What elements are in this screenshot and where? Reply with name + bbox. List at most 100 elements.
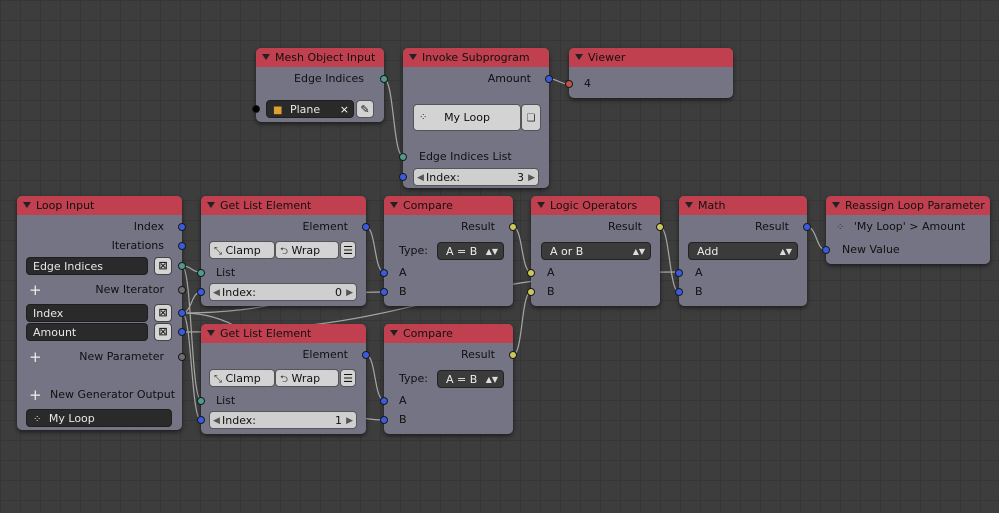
- socket-edge-indices-list-input[interactable]: [399, 153, 407, 161]
- socket-result-output[interactable]: [509, 351, 517, 359]
- collapse-triangle-icon[interactable]: [409, 54, 417, 60]
- increment-arrow-icon[interactable]: ▶: [528, 169, 535, 185]
- node-header[interactable]: Math: [679, 196, 807, 215]
- decrement-arrow-icon[interactable]: ◀: [417, 169, 424, 185]
- index-field[interactable]: ◀ Index: 3 ▶: [413, 168, 539, 186]
- remove-iterator-button[interactable]: ⊠: [154, 257, 172, 275]
- operation-dropdown[interactable]: A or B ▲▼: [541, 242, 651, 260]
- socket-iterator-output[interactable]: [178, 262, 186, 270]
- eyedropper-button[interactable]: ✎: [356, 100, 374, 118]
- socket-index-output[interactable]: [178, 223, 186, 231]
- collapse-triangle-icon[interactable]: [575, 54, 583, 60]
- socket-list-input[interactable]: [197, 269, 205, 277]
- socket-new-value-input[interactable]: [822, 246, 830, 254]
- node-header[interactable]: Viewer: [569, 48, 733, 67]
- collapse-triangle-icon[interactable]: [262, 54, 270, 60]
- socket-index-input[interactable]: [197, 416, 205, 424]
- node-header[interactable]: Get List Element: [201, 196, 366, 215]
- list-settings-button[interactable]: ☰: [340, 241, 356, 259]
- clamp-toggle[interactable]: ⤡ Clamp: [209, 241, 275, 259]
- socket-parameter-index[interactable]: [178, 309, 186, 317]
- node-header[interactable]: Compare: [384, 196, 513, 215]
- socket-index-input[interactable]: [197, 288, 205, 296]
- node-math[interactable]: Math Result Add ▲▼ A B: [675, 196, 811, 306]
- new-subprogram-button[interactable]: ❏: [521, 104, 541, 131]
- node-reassign-loop-parameter[interactable]: Reassign Loop Parameter ⁘ 'My Loop' > Am…: [822, 196, 990, 264]
- socket-a-input[interactable]: [380, 269, 388, 277]
- node-header[interactable]: Mesh Object Input: [256, 48, 384, 67]
- collapse-triangle-icon[interactable]: [390, 330, 398, 336]
- socket-object-input[interactable]: [252, 105, 260, 113]
- node-mesh-object-input[interactable]: Mesh Object Input Edge Indices ■ Plane ×…: [252, 48, 388, 122]
- socket-viewer-input[interactable]: [565, 80, 573, 88]
- wrap-toggle[interactable]: ⮌ Wrap: [275, 369, 339, 387]
- parameter-index-field[interactable]: Index: [26, 304, 148, 322]
- collapse-triangle-icon[interactable]: [685, 202, 693, 208]
- index-field[interactable]: ◀ Index: 0 ▶: [209, 283, 357, 301]
- new-iterator-label[interactable]: New Iterator: [95, 280, 164, 300]
- type-dropdown[interactable]: A = B ▲▼: [437, 242, 504, 260]
- socket-b-input[interactable]: [380, 416, 388, 424]
- wrap-toggle[interactable]: ⮌ Wrap: [275, 241, 339, 259]
- socket-edge-indices-output[interactable]: [380, 75, 388, 83]
- socket-a-input[interactable]: [380, 397, 388, 405]
- node-header[interactable]: Compare: [384, 324, 513, 343]
- collapse-triangle-icon[interactable]: [207, 202, 215, 208]
- socket-element-output[interactable]: [362, 223, 370, 231]
- node-compare-1[interactable]: Compare Result Type: A = B ▲▼ A B: [380, 196, 517, 306]
- collapse-triangle-icon[interactable]: [537, 202, 545, 208]
- node-get-list-element-2[interactable]: Get List Element Element ⤡ Clamp ⮌ Wrap …: [197, 324, 370, 434]
- socket-b-input[interactable]: [527, 288, 535, 296]
- node-logic-operators[interactable]: Logic Operators Result A or B ▲▼ A B: [527, 196, 664, 306]
- collapse-triangle-icon[interactable]: [832, 202, 840, 208]
- clamp-toggle[interactable]: ⤡ Clamp: [209, 369, 275, 387]
- remove-parameter-index-button[interactable]: ⊠: [154, 304, 172, 322]
- node-loop-input[interactable]: Loop Input Index Iterations Edge Indices…: [17, 196, 186, 430]
- new-generator-output-label[interactable]: New Generator Output: [50, 385, 175, 405]
- type-dropdown[interactable]: A = B ▲▼: [437, 370, 504, 388]
- node-header[interactable]: Reassign Loop Parameter: [826, 196, 990, 215]
- loop-name-field[interactable]: ⁘ My Loop: [26, 409, 172, 427]
- socket-list-input[interactable]: [197, 397, 205, 405]
- new-parameter-label[interactable]: New Parameter: [79, 347, 164, 367]
- iterator-field[interactable]: Edge Indices: [26, 257, 148, 275]
- socket-iterations-output[interactable]: [178, 242, 186, 250]
- decrement-arrow-icon[interactable]: ◀: [213, 412, 220, 428]
- socket-b-input[interactable]: [675, 288, 683, 296]
- socket-result-output[interactable]: [803, 223, 811, 231]
- add-parameter-icon[interactable]: +: [29, 350, 42, 365]
- socket-parameter-amount[interactable]: [178, 328, 186, 336]
- object-field[interactable]: ■ Plane ×: [266, 100, 354, 118]
- collapse-triangle-icon[interactable]: [23, 202, 31, 208]
- node-viewer[interactable]: Viewer 4: [565, 48, 733, 98]
- operation-dropdown[interactable]: Add ▲▼: [688, 242, 798, 260]
- node-invoke-subprogram[interactable]: Invoke Subprogram Amount ⁘ My Loop ❏ Edg…: [399, 48, 553, 188]
- node-header[interactable]: Invoke Subprogram: [403, 48, 549, 67]
- node-header[interactable]: Get List Element: [201, 324, 366, 343]
- socket-b-input[interactable]: [380, 288, 388, 296]
- socket-result-output[interactable]: [656, 223, 664, 231]
- socket-a-input[interactable]: [675, 269, 683, 277]
- clear-icon[interactable]: ×: [340, 101, 349, 117]
- increment-arrow-icon[interactable]: ▶: [346, 284, 353, 300]
- node-compare-2[interactable]: Compare Result Type: A = B ▲▼ A B: [380, 324, 517, 434]
- socket-new-iterator[interactable]: [178, 286, 186, 294]
- decrement-arrow-icon[interactable]: ◀: [213, 284, 220, 300]
- socket-amount-output[interactable]: [545, 75, 553, 83]
- remove-parameter-amount-button[interactable]: ⊠: [154, 323, 172, 341]
- add-generator-icon[interactable]: +: [29, 388, 42, 403]
- socket-result-output[interactable]: [509, 223, 517, 231]
- parameter-amount-field[interactable]: Amount: [26, 323, 148, 341]
- node-header[interactable]: Logic Operators: [531, 196, 660, 215]
- add-iterator-icon[interactable]: +: [29, 283, 42, 298]
- increment-arrow-icon[interactable]: ▶: [346, 412, 353, 428]
- socket-element-output[interactable]: [362, 351, 370, 359]
- collapse-triangle-icon[interactable]: [207, 330, 215, 336]
- socket-index-input[interactable]: [399, 173, 407, 181]
- socket-new-parameter[interactable]: [178, 353, 186, 361]
- index-field[interactable]: ◀ Index: 1 ▶: [209, 411, 357, 429]
- node-get-list-element-1[interactable]: Get List Element Element ⤡ Clamp ⮌ Wrap …: [197, 196, 370, 306]
- node-header[interactable]: Loop Input: [17, 196, 182, 215]
- subprogram-selector[interactable]: ⁘ My Loop: [413, 104, 521, 131]
- list-settings-button[interactable]: ☰: [340, 369, 356, 387]
